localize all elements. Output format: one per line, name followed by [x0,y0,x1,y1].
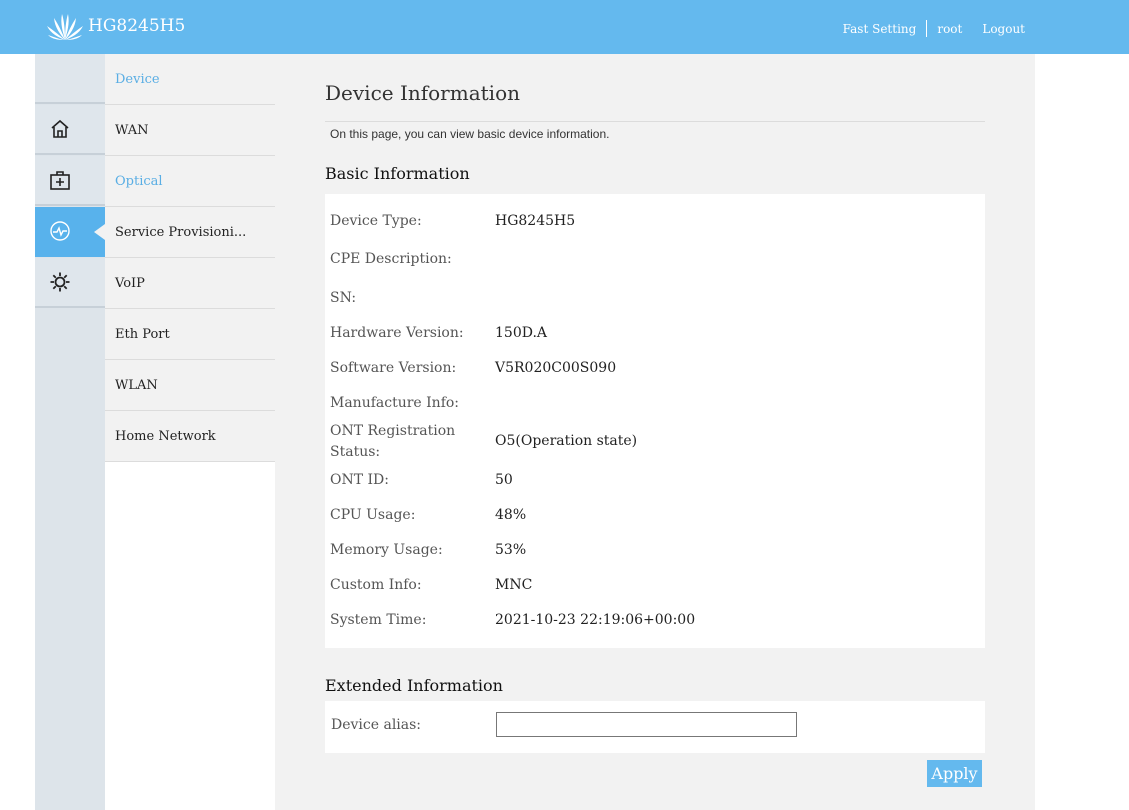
nav-item-service-provisioning[interactable]: Service Provisioni... [105,207,275,258]
page-title: Device Information [325,81,520,105]
link-divider [926,20,928,37]
info-value: 53% [495,542,527,558]
rail-item-diagnose[interactable] [35,156,105,206]
info-label: Hardware Version: [330,325,464,341]
info-label: Manufacture Info: [330,395,460,411]
nav-item-device[interactable]: Device [105,54,275,105]
info-label: Software Version: [330,360,457,376]
info-value: V5R020C00S090 [495,360,617,376]
info-label: CPE Description: [330,251,452,267]
rail-item-home[interactable] [35,105,105,155]
info-label: ONT Registration Status: [330,423,456,460]
gear-icon [50,272,70,292]
device-alias-input[interactable] [496,712,797,737]
info-label: Memory Usage: [330,542,443,558]
nav-menu: Device WAN Optical Service Provisioni...… [105,54,275,810]
extended-info-panel: Device alias: [325,701,985,753]
device-model-title: HG8245H5 [88,16,186,36]
user-link[interactable]: root [937,22,962,36]
nav-item-eth-port[interactable]: Eth Port [105,309,275,360]
home-icon [51,119,69,138]
main-content: Device Information On this page, you can… [275,54,1035,810]
info-value: 48% [495,507,527,523]
top-links: Fast Setting root Logout [843,20,1025,37]
rail-item-blank [35,54,105,104]
fast-setting-link[interactable]: Fast Setting [843,22,917,36]
info-label: System Time: [330,612,427,628]
basic-info-heading: Basic Information [325,164,470,183]
nav-item-optical[interactable]: Optical [105,156,275,207]
info-label: CPU Usage: [330,507,416,523]
basic-info-panel: Device Type: HG8245H5 CPE Description: S… [325,194,985,648]
info-value: 150D.A [495,325,548,341]
logout-link[interactable]: Logout [982,22,1025,36]
info-value: O5(Operation state) [495,433,638,449]
extended-info-heading: Extended Information [325,676,503,695]
info-label: Custom Info: [330,577,422,593]
medical-kit-icon [50,171,70,190]
active-pointer [94,224,105,240]
info-value: HG8245H5 [495,213,576,229]
nav-item-voip[interactable]: VoIP [105,258,275,309]
rail-item-settings[interactable] [35,258,105,308]
page-description: On this page, you can view basic device … [330,127,610,141]
info-label: Device Type: [330,213,422,229]
apply-button[interactable]: Apply [927,760,982,787]
nav-item-wan[interactable]: WAN [105,105,275,156]
rail-item-status[interactable] [35,207,105,257]
info-value: 2021-10-23 22:19:06+00:00 [495,612,696,628]
title-divider [325,121,985,122]
huawei-logo-icon [47,14,83,40]
heartbeat-icon [50,221,70,241]
nav-item-home-network[interactable]: Home Network [105,411,275,462]
right-margin [1035,54,1129,810]
nav-item-wlan[interactable]: WLAN [105,360,275,411]
device-alias-label: Device alias: [331,717,422,733]
info-value: MNC [495,577,533,593]
info-label: SN: [330,290,357,306]
brand: HG8245H5 [46,10,185,42]
icon-rail [35,54,105,810]
info-value: 50 [495,472,513,488]
top-bar: HG8245H5 Fast Setting root Logout [0,0,1129,54]
info-label: ONT ID: [330,472,389,488]
